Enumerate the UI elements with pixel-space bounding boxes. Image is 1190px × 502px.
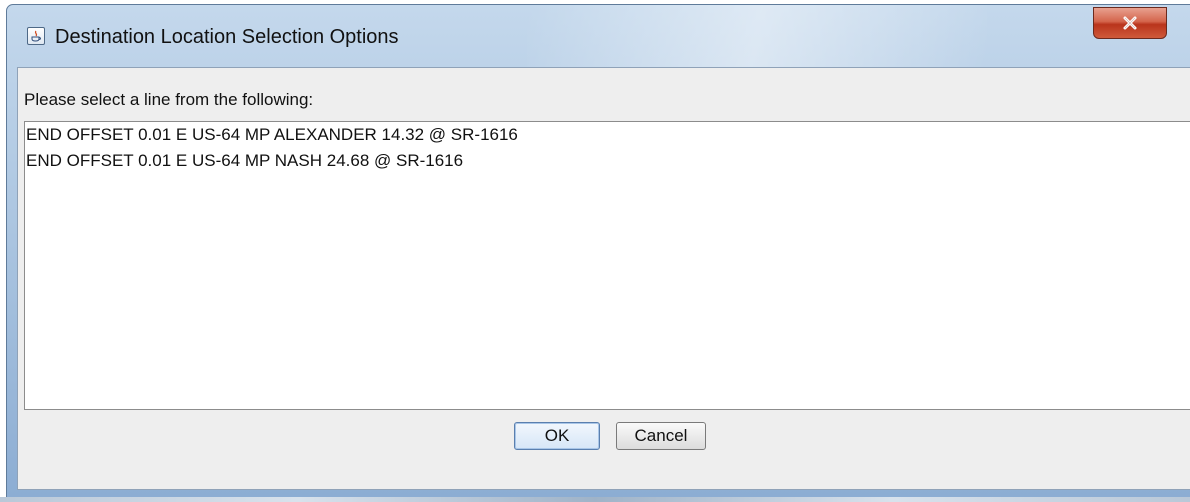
cancel-button[interactable]: Cancel: [616, 422, 706, 450]
title-bar[interactable]: Destination Location Selection Options: [7, 5, 1190, 67]
close-button[interactable]: [1093, 7, 1167, 39]
list-item[interactable]: END OFFSET 0.01 E US-64 MP NASH 24.68 @ …: [25, 148, 1190, 174]
button-row: OK Cancel: [18, 422, 1190, 452]
dialog-content: Please select a line from the following:…: [17, 67, 1190, 490]
ok-button[interactable]: OK: [514, 422, 600, 450]
options-list[interactable]: END OFFSET 0.01 E US-64 MP ALEXANDER 14.…: [24, 121, 1190, 410]
selection-prompt: Please select a line from the following:: [24, 90, 314, 109]
java-cup-icon[interactable]: [27, 27, 45, 45]
list-item[interactable]: END OFFSET 0.01 E US-64 MP ALEXANDER 14.…: [25, 122, 1190, 148]
window-title: Destination Location Selection Options: [55, 26, 399, 48]
close-icon: [1123, 16, 1137, 30]
dialog-window: Destination Location Selection Options P…: [6, 4, 1190, 498]
taskbar-strip: [0, 497, 1190, 502]
title-bar-glare: [527, 5, 987, 67]
